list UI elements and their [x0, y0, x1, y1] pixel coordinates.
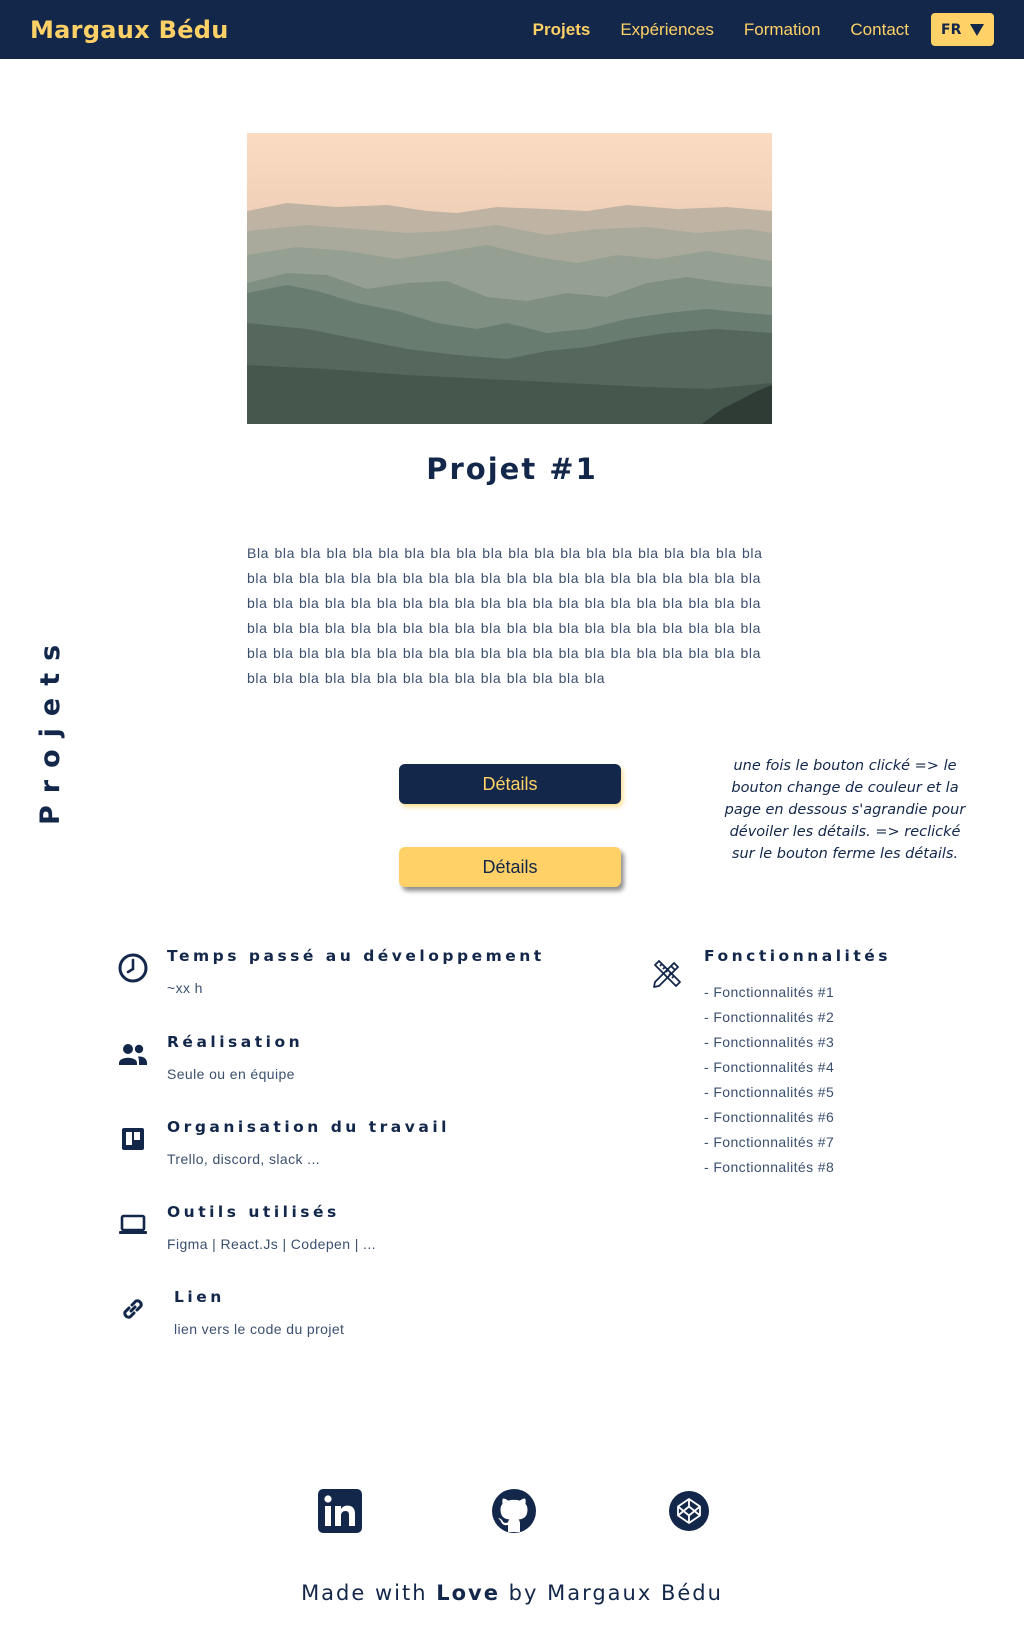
- design-note: une fois le bouton clické => le bouton c…: [724, 758, 966, 862]
- nav-item-contact[interactable]: Contact: [850, 20, 909, 40]
- feature-item: - Fonctionnalités #1: [704, 984, 835, 1000]
- features-list: - Fonctionnalités #1 - Fonctionnalités #…: [704, 980, 834, 1180]
- linkedin-icon[interactable]: [317, 1488, 363, 1534]
- project-hero-image: [247, 133, 772, 424]
- footer-prefix: Made with: [301, 1581, 428, 1605]
- feature-item: - Fonctionnalités #3: [704, 1034, 835, 1050]
- info-text: ~xx h: [167, 980, 203, 996]
- link-icon[interactable]: [116, 1292, 150, 1326]
- people-icon: [116, 1037, 150, 1071]
- language-selector[interactable]: FR: [931, 13, 994, 46]
- feature-item: - Fonctionnalités #8: [704, 1159, 835, 1175]
- nav-links: Projets Expériences Formation Contact FR: [503, 13, 994, 46]
- brand-name[interactable]: Margaux Bédu: [30, 16, 229, 44]
- clock-icon: [116, 951, 150, 985]
- pencil-ruler-icon: [650, 957, 684, 991]
- nav-item-formation[interactable]: Formation: [744, 20, 821, 40]
- info-title: Réalisation: [167, 1033, 304, 1051]
- footer-highlight: Love: [436, 1581, 500, 1605]
- footer-credit: Made with Love by Margaux Bédu: [0, 1581, 1024, 1605]
- features-title: Fonctionnalités: [704, 947, 892, 965]
- details-button[interactable]: Détails: [399, 847, 621, 887]
- laptop-icon: [116, 1207, 150, 1241]
- github-icon[interactable]: [491, 1488, 537, 1534]
- nav-item-experiences[interactable]: Expériences: [620, 20, 714, 40]
- language-label: FR: [941, 21, 962, 38]
- project-description: Bla bla bla bla bla bla bla bla bla bla …: [247, 545, 763, 686]
- project-title: Projet #1: [426, 452, 598, 486]
- caret-down-icon: [970, 23, 984, 36]
- section-side-label: Projets: [35, 632, 66, 825]
- feature-item: - Fonctionnalités #5: [704, 1084, 835, 1100]
- info-text-link[interactable]: lien vers le code du projet: [174, 1321, 344, 1337]
- info-text: Seule ou en équipe: [167, 1066, 295, 1082]
- info-title: Organisation du travail: [167, 1118, 450, 1136]
- feature-item: - Fonctionnalités #6: [704, 1109, 835, 1125]
- footer-suffix: by Margaux Bédu: [508, 1581, 723, 1605]
- social-links: [0, 1488, 1024, 1534]
- info-title: Temps passé au développement: [167, 947, 545, 965]
- feature-item: - Fonctionnalités #4: [704, 1059, 835, 1075]
- details-button-active[interactable]: Détails: [399, 764, 621, 804]
- info-title: Lien: [174, 1288, 225, 1306]
- feature-item: - Fonctionnalités #7: [704, 1134, 835, 1150]
- info-title: Outils utilisés: [167, 1203, 340, 1221]
- trello-icon: [116, 1122, 150, 1156]
- codepen-icon[interactable]: [666, 1488, 712, 1534]
- navbar: Margaux Bédu Projets Expériences Formati…: [0, 0, 1024, 59]
- nav-item-projets[interactable]: Projets: [533, 20, 591, 40]
- info-text: Figma | React.Js | Codepen | ...: [167, 1236, 376, 1252]
- feature-item: - Fonctionnalités #2: [704, 1009, 835, 1025]
- info-text: Trello, discord, slack ...: [167, 1151, 321, 1167]
